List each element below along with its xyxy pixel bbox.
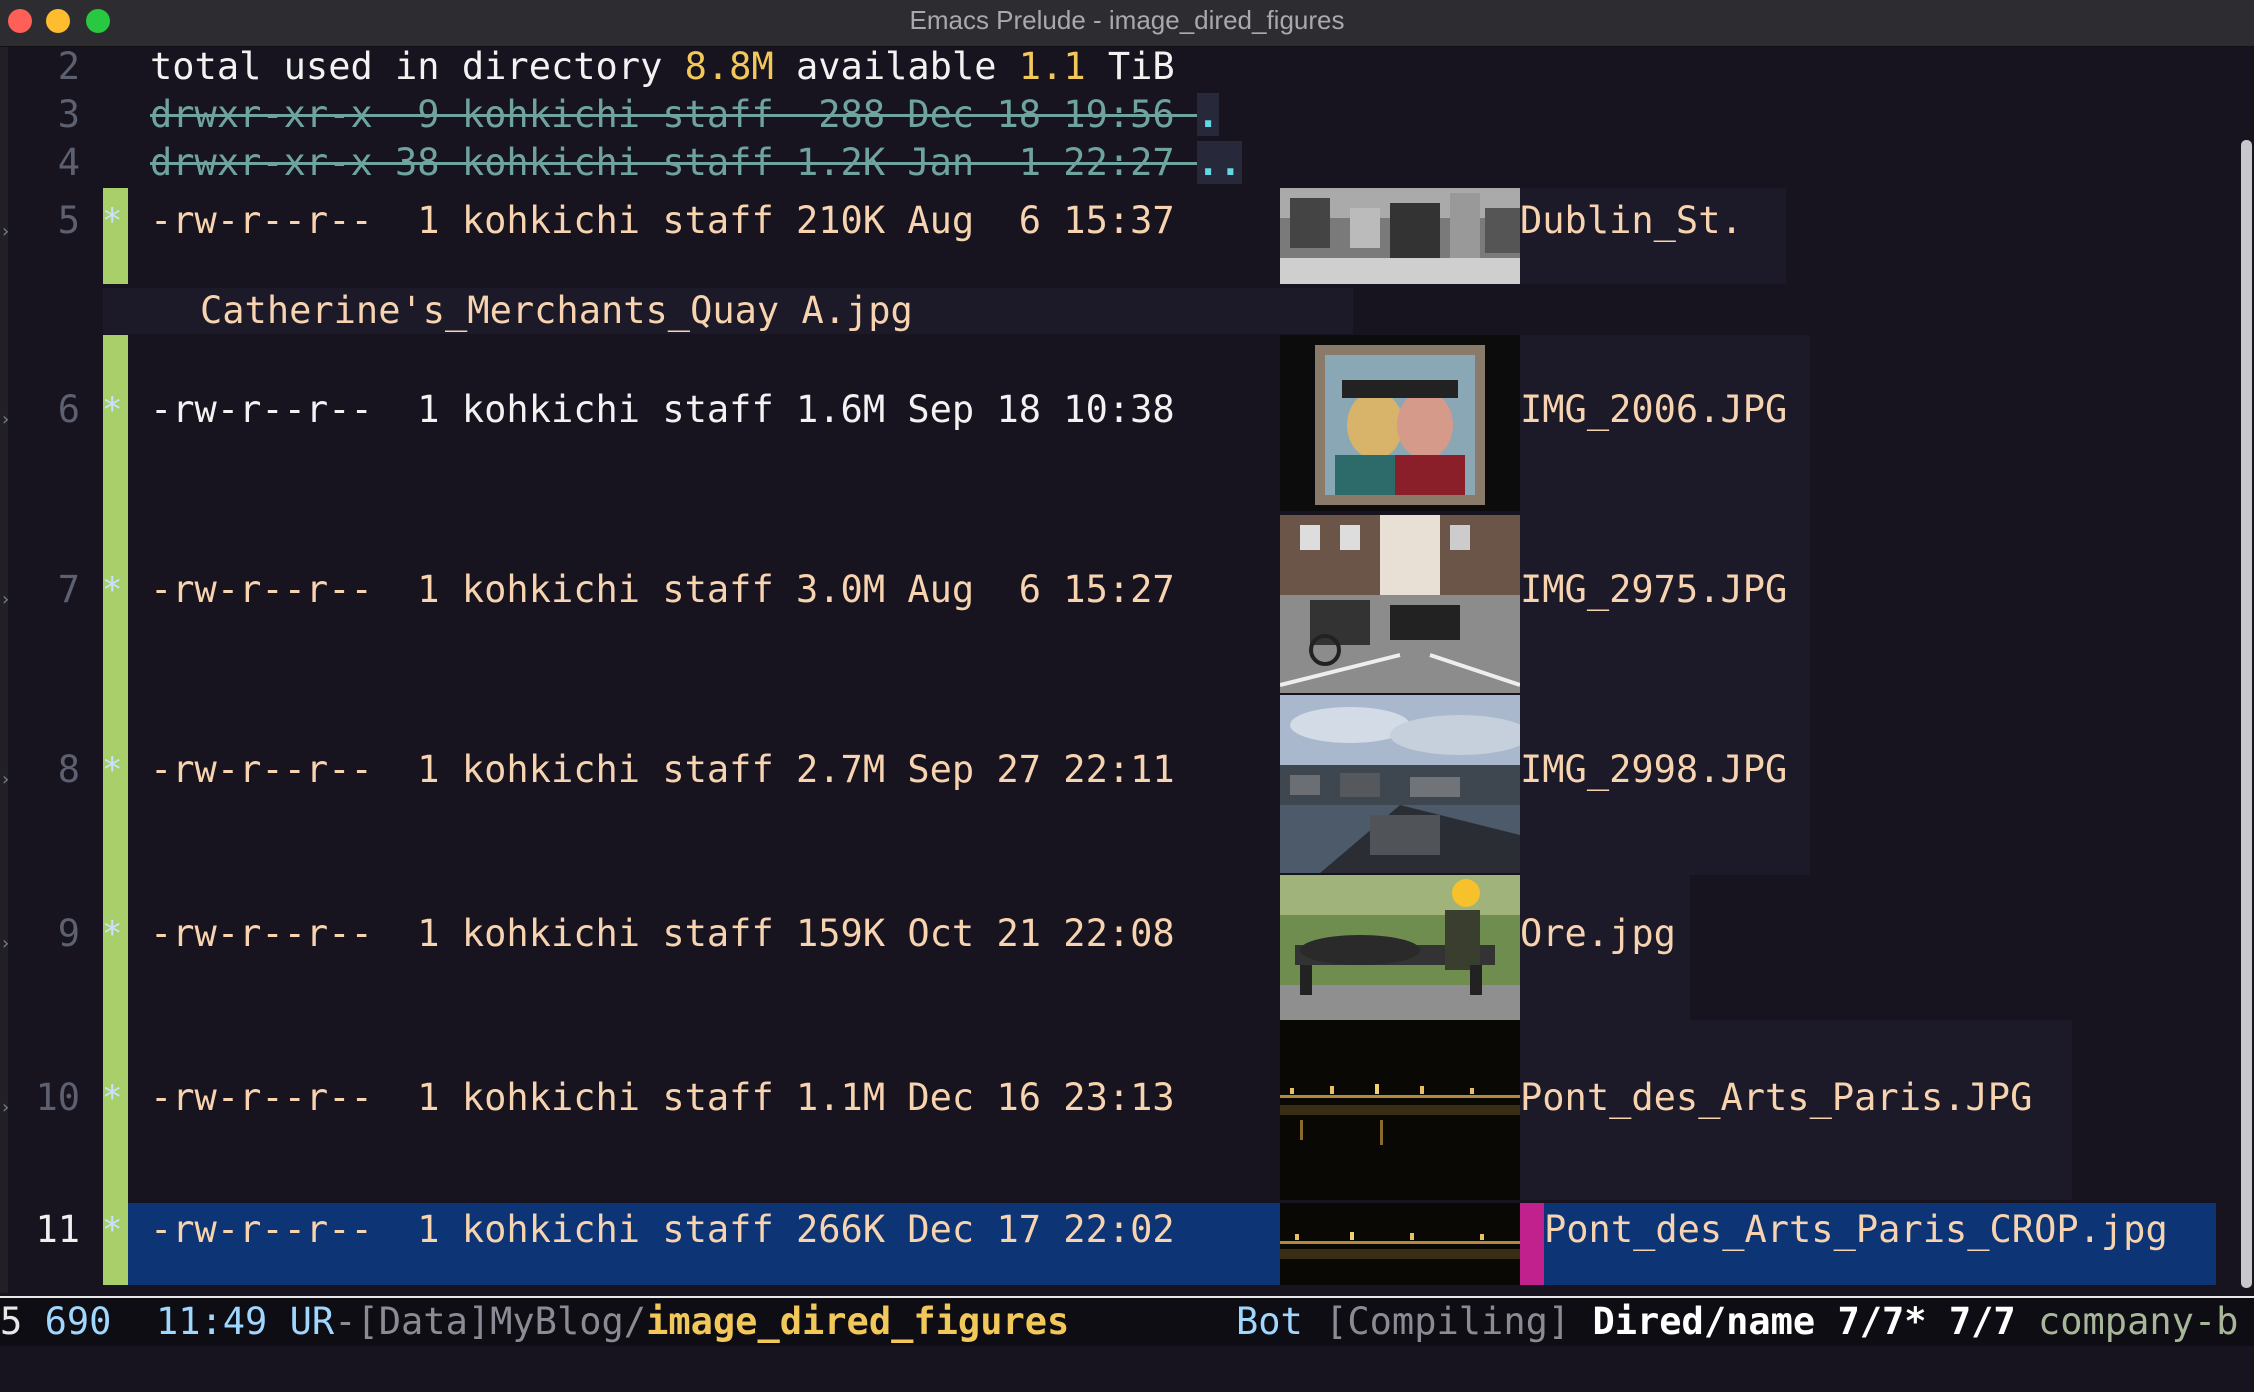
file-attrs: -rw-r--r-- 1 kohkichi staff 3.0M Aug 6 1… <box>150 568 1175 611</box>
modeline-flags: UR <box>289 1300 335 1343</box>
line-number: 7 <box>57 568 80 611</box>
file-name[interactable]: Pont_des_Arts_Paris_CROP.jpg <box>1544 1207 2168 1253</box>
cityscape-thumbnail[interactable] <box>1280 695 1520 873</box>
night-bridge-crop-thumbnail[interactable] <box>1280 1203 1520 1285</box>
file-attrs: -rw-r--r-- 1 kohkichi staff 2.7M Sep 27 … <box>150 748 1175 791</box>
wrap-arrow-icon: › <box>0 409 11 430</box>
street-photo-thumbnail[interactable] <box>1280 188 1520 284</box>
mark-star: * <box>102 914 123 954</box>
modeline-scroll-position: Bot <box>1236 1300 1303 1343</box>
modeline-time: 11:49 <box>155 1300 268 1343</box>
wrap-arrow-icon: › <box>0 221 11 242</box>
line-number: 9 <box>57 912 80 955</box>
night-bridge-thumbnail[interactable] <box>1280 1020 1520 1200</box>
file-attrs: -rw-r--r-- 1 kohkichi staff 1.6M Sep 18 … <box>150 388 1175 431</box>
cursor <box>1520 1203 1544 1285</box>
line-number: 10 <box>35 1076 80 1119</box>
file-attrs: -rw-r--r-- 1 kohkichi staff 210K Aug 6 1… <box>150 199 1175 242</box>
wrap-arrow-icon: › <box>0 589 11 610</box>
line-number: 5 <box>57 199 80 242</box>
mark-star: * <box>102 1210 123 1250</box>
mark-indicator <box>103 335 128 1285</box>
file-name[interactable]: IMG_2998.JPG <box>1520 747 1787 793</box>
line-number: 3 <box>57 93 80 136</box>
modeline-column: 5 <box>0 1300 23 1343</box>
minibuffer[interactable] <box>0 1346 2254 1392</box>
modeline-buffer-name[interactable]: image_dired_figures <box>646 1300 1069 1343</box>
scrollbar-thumb[interactable] <box>2241 140 2252 1288</box>
mode-line: 5 690 11:49 UR-[Data]MyBlog/image_dired_… <box>0 1296 2254 1348</box>
horse-carriage-thumbnail[interactable] <box>1280 515 1520 693</box>
file-name-continued[interactable]: Catherine's_Merchants_Quay A.jpg <box>200 288 913 334</box>
file-attrs: -rw-r--r-- 1 kohkichi staff 1.1M Dec 16 … <box>150 1076 1175 1119</box>
modeline-path: [Data]MyBlog/ <box>356 1300 647 1343</box>
mark-star: * <box>102 1078 123 1118</box>
file-attrs: -rw-r--r-- 1 kohkichi staff 266K Dec 17 … <box>150 1208 1175 1251</box>
dir-entry-parent[interactable]: drwxr-xr-x 38 kohkichi staff 1.2K Jan 1 … <box>150 140 1242 186</box>
mark-star: * <box>102 570 123 610</box>
modeline-major-mode[interactable]: Dired/name 7/7* 7/7 <box>1592 1300 2015 1343</box>
file-name[interactable]: Pont_des_Arts_Paris.JPG <box>1520 1075 2032 1121</box>
file-name[interactable]: Ore.jpg <box>1520 911 1676 957</box>
directory-total-line: total used in directory 8.8M available 1… <box>150 45 1175 88</box>
window-title: Emacs Prelude - image_dired_figures <box>909 5 1345 35</box>
painting-thumbnail[interactable] <box>1280 335 1520 511</box>
file-name[interactable]: Dublin_St. <box>1520 198 1743 244</box>
modeline-process: [Compiling] <box>1325 1300 1571 1343</box>
line-number: 8 <box>57 748 80 791</box>
wrap-arrow-icon: › <box>0 933 11 954</box>
modeline-position: 690 <box>44 1300 112 1343</box>
dir-entry-current[interactable]: drwxr-xr-x 9 kohkichi staff 288 Dec 18 1… <box>150 92 1220 138</box>
line-number: 2 <box>57 45 80 88</box>
file-name[interactable]: IMG_2006.JPG <box>1520 387 1787 433</box>
line-number: 6 <box>57 388 80 431</box>
line-number: 4 <box>57 141 80 184</box>
mark-star: * <box>102 201 123 241</box>
modeline-minor-modes[interactable]: company-b <box>2038 1300 2238 1343</box>
mark-star: * <box>102 750 123 790</box>
bench-statue-thumbnail[interactable] <box>1280 875 1520 1020</box>
line-number: 11 <box>35 1208 80 1251</box>
wrap-arrow-icon: › <box>0 769 11 790</box>
wrap-arrow-icon: › <box>0 1097 11 1118</box>
mark-star: * <box>102 390 123 430</box>
title-bar: Emacs Prelude - image_dired_figures <box>0 0 2254 47</box>
file-attrs: -rw-r--r-- 1 kohkichi staff 159K Oct 21 … <box>150 912 1175 955</box>
file-name[interactable]: IMG_2975.JPG <box>1520 567 1787 613</box>
